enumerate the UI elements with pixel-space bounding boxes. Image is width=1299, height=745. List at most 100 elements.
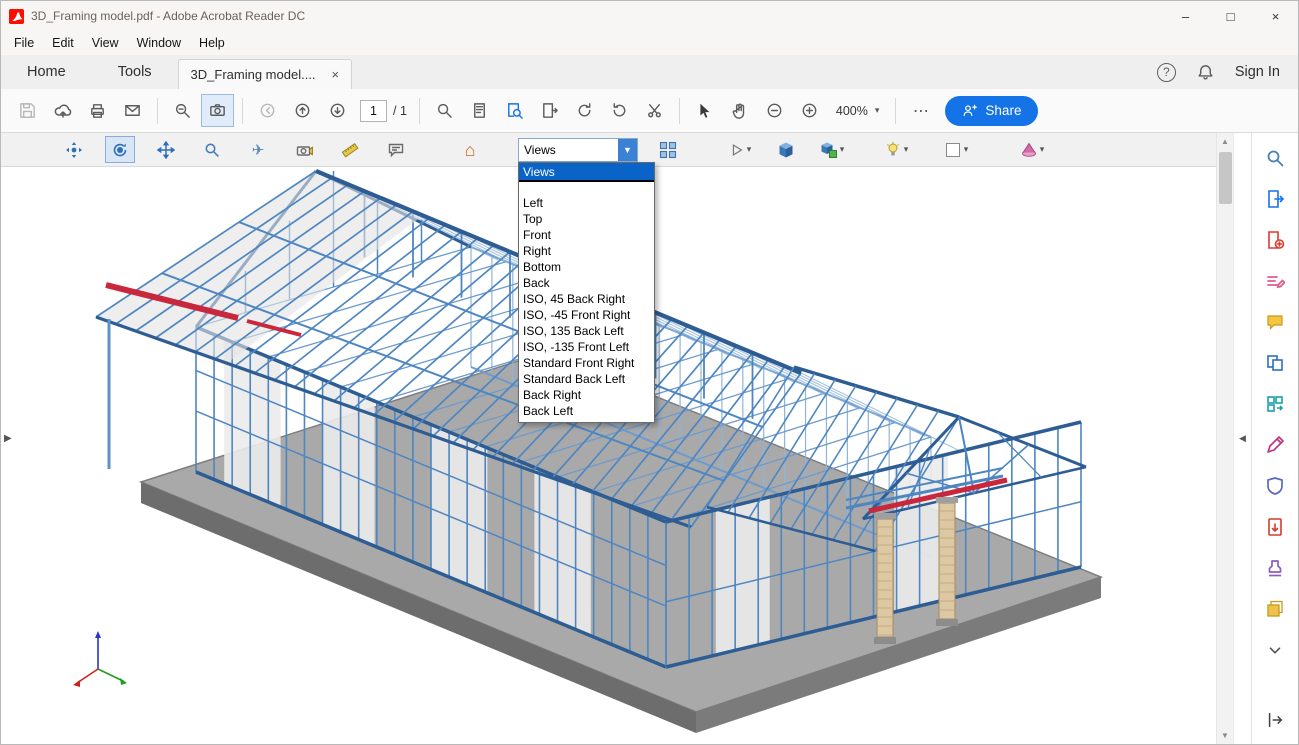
close-button[interactable]: × xyxy=(1253,1,1298,31)
model-tree-button[interactable] xyxy=(653,136,683,163)
rail-search-button[interactable] xyxy=(1258,141,1292,174)
views-combobox[interactable]: Views ▼ xyxy=(518,138,638,162)
hand-tool-button[interactable] xyxy=(723,94,756,127)
page-number-input[interactable] xyxy=(360,100,387,122)
rail-organize-pages-button[interactable] xyxy=(1258,387,1292,420)
email-button[interactable] xyxy=(116,94,149,127)
scrollbar-thumb[interactable] xyxy=(1219,152,1232,204)
menu-edit[interactable]: Edit xyxy=(43,33,83,53)
zoom-in-button[interactable] xyxy=(793,94,826,127)
views-dropdown-item-back[interactable]: Back xyxy=(519,275,654,291)
tab-close-icon[interactable]: × xyxy=(332,67,340,82)
menu-window[interactable]: Window xyxy=(128,33,190,53)
previous-view-button[interactable] xyxy=(251,94,284,127)
views-dropdown-item-top[interactable]: Top xyxy=(519,211,654,227)
rotate-tool-button[interactable] xyxy=(105,136,135,163)
fly-tool-button[interactable]: ✈ xyxy=(243,136,273,163)
views-dropdown-selected[interactable]: Views xyxy=(519,163,654,180)
sign-in-link[interactable]: Sign In xyxy=(1235,64,1280,80)
zoom-level-select[interactable]: 400% ▾ xyxy=(828,104,888,118)
views-combobox-arrow-icon[interactable]: ▼ xyxy=(618,139,637,161)
more-tools-button[interactable]: ⋯ xyxy=(904,94,937,127)
tab-home[interactable]: Home xyxy=(1,55,92,89)
views-dropdown-item-back-right[interactable]: Back Right xyxy=(519,387,654,403)
cube-3d-icon xyxy=(777,141,795,159)
minimize-button[interactable]: – xyxy=(1163,1,1208,31)
select-tool-button[interactable] xyxy=(688,94,721,127)
find-button[interactable] xyxy=(428,94,461,127)
views-dropdown-item-iso-135[interactable]: ISO, -135 Front Left xyxy=(519,339,654,355)
background-color-button[interactable]: ▾ xyxy=(941,136,971,163)
menu-view[interactable]: View xyxy=(83,33,128,53)
cross-section-button[interactable]: ▾ xyxy=(1017,136,1047,163)
rail-create-pdf-button[interactable] xyxy=(1258,223,1292,256)
scroll-down-icon[interactable]: ▼ xyxy=(1217,727,1233,744)
rail-edit-pdf-button[interactable] xyxy=(1258,264,1292,297)
zoom-caret-icon: ▾ xyxy=(875,105,880,116)
open-left-pane-icon[interactable]: ▶ xyxy=(4,433,12,444)
page-up-icon xyxy=(293,101,312,120)
rail-comment-button[interactable] xyxy=(1258,305,1292,338)
measure-ruler-icon xyxy=(341,141,359,159)
zoom-3d-tool-button[interactable] xyxy=(197,136,227,163)
tab-document[interactable]: 3D_Framing model.... × xyxy=(178,59,353,89)
lighting-button[interactable]: ▾ xyxy=(881,136,911,163)
views-dropdown-item-bottom[interactable]: Bottom xyxy=(519,259,654,275)
comment-3d-button[interactable] xyxy=(381,136,411,163)
crop-button[interactable] xyxy=(638,94,671,127)
rotate-counterclockwise-button[interactable] xyxy=(603,94,636,127)
menu-file[interactable]: File xyxy=(5,33,43,53)
document-canvas[interactable]: ✈ ⌂ Views ▼ ▾ ▾ ▾ ▾ ▾ Views xyxy=(1,133,1216,744)
export-file-button[interactable] xyxy=(533,94,566,127)
cloud-save-button[interactable] xyxy=(46,94,79,127)
pan-tool-button[interactable] xyxy=(151,136,181,163)
organize-pages-icon xyxy=(1265,394,1285,414)
share-button[interactable]: Share xyxy=(945,96,1038,126)
rail-combine-files-button[interactable] xyxy=(1258,346,1292,379)
search-tools-icon xyxy=(1265,148,1285,168)
rail-stamp-button[interactable] xyxy=(1258,551,1292,584)
tab-tools[interactable]: Tools xyxy=(92,55,178,89)
vertical-scrollbar[interactable]: ▲ ▼ xyxy=(1216,133,1233,744)
zoom-out-button[interactable] xyxy=(758,94,791,127)
rail-open-pane-button[interactable] xyxy=(1258,703,1292,736)
views-dropdown-item-back-left[interactable]: Back Left xyxy=(519,403,654,419)
rail-compress-pdf-button[interactable] xyxy=(1258,510,1292,543)
camera-3d-button[interactable] xyxy=(289,136,319,163)
search-document-button[interactable] xyxy=(498,94,531,127)
notifications-bell-icon[interactable] xyxy=(1196,63,1215,82)
scroll-up-icon[interactable]: ▲ xyxy=(1217,133,1233,150)
save-icon xyxy=(18,101,37,120)
rotate-clockwise-button[interactable] xyxy=(568,94,601,127)
render-mode-button[interactable]: ▾ xyxy=(817,136,847,163)
play-animation-button[interactable]: ▾ xyxy=(725,136,755,163)
rail-scroll-more-button[interactable] xyxy=(1258,633,1292,666)
views-dropdown-item-front[interactable]: Front xyxy=(519,227,654,243)
snapshot-button[interactable] xyxy=(201,94,234,127)
views-dropdown-item-std-front-right[interactable]: Standard Front Right xyxy=(519,355,654,371)
print-button[interactable] xyxy=(81,94,114,127)
rail-fill-sign-button[interactable] xyxy=(1258,428,1292,461)
measure-3d-button[interactable] xyxy=(335,136,365,163)
use-3d-view-button[interactable] xyxy=(771,136,801,163)
previous-page-button[interactable] xyxy=(286,94,319,127)
maximize-button[interactable]: □ xyxy=(1208,1,1253,31)
views-dropdown-item-iso-45[interactable]: ISO, -45 Front Right xyxy=(519,307,654,323)
menu-help[interactable]: Help xyxy=(190,33,234,53)
views-dropdown-item-iso45[interactable]: ISO, 45 Back Right xyxy=(519,291,654,307)
next-page-button[interactable] xyxy=(321,94,354,127)
rail-protect-button[interactable] xyxy=(1258,469,1292,502)
views-dropdown-item-std-back-left[interactable]: Standard Back Left xyxy=(519,371,654,387)
views-dropdown-item-left[interactable]: Left xyxy=(519,195,654,211)
views-dropdown-item-iso135[interactable]: ISO, 135 Back Left xyxy=(519,323,654,339)
collapse-tools-pane-icon[interactable]: ◀ xyxy=(1239,433,1246,444)
page-thumbnails-button[interactable] xyxy=(463,94,496,127)
default-view-home-button[interactable]: ⌂ xyxy=(455,136,485,163)
help-icon[interactable]: ? xyxy=(1157,63,1176,82)
views-dropdown-item-right[interactable]: Right xyxy=(519,243,654,259)
orbit-tool-button[interactable] xyxy=(59,136,89,163)
save-button[interactable] xyxy=(11,94,44,127)
marquee-zoom-button[interactable] xyxy=(166,94,199,127)
rail-more-tools-button[interactable] xyxy=(1258,592,1292,625)
rail-export-pdf-button[interactable] xyxy=(1258,182,1292,215)
